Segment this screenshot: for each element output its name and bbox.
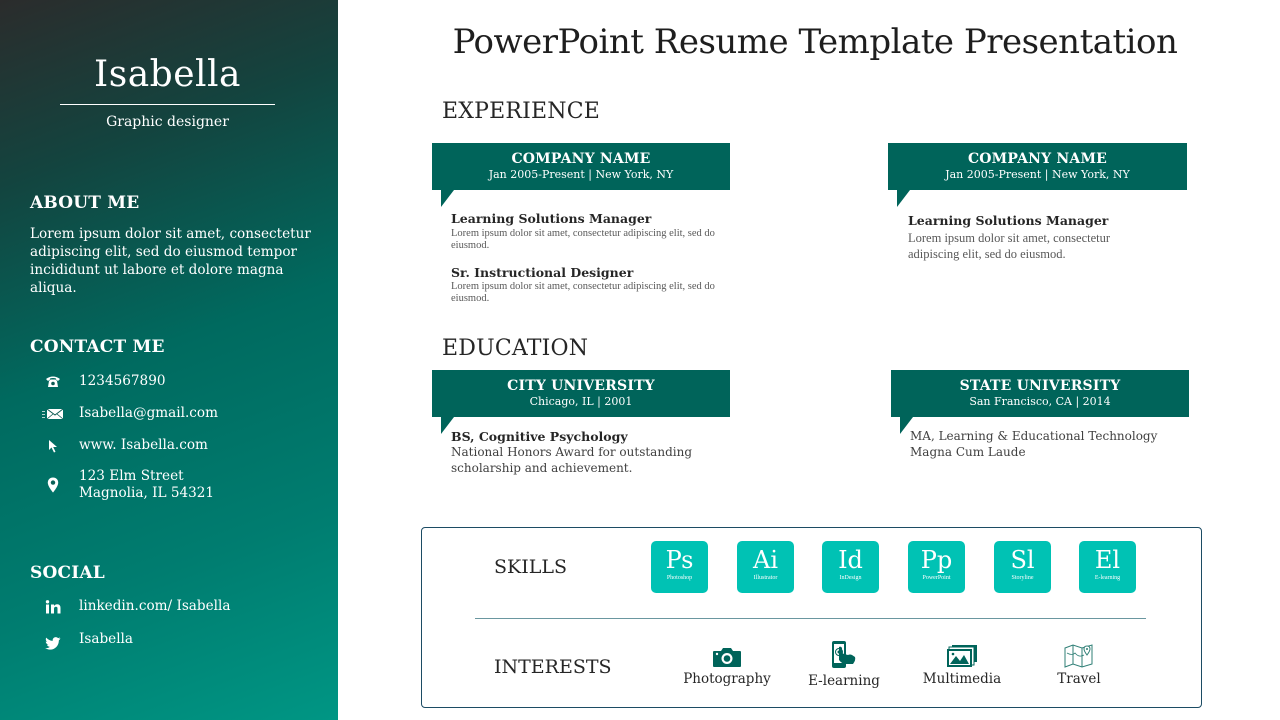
honors-line: Magna Cum Laude <box>910 444 1026 459</box>
education-heading: EDUCATION <box>442 336 589 361</box>
degree-description: MA, Learning & Educational Technology Ma… <box>910 429 1190 460</box>
skill-tile-storyline: Sl Storyline <box>994 541 1051 593</box>
role-description: Lorem ipsum dolor sit amet, consectetur … <box>908 231 1111 261</box>
about-heading: ABOUT ME <box>30 193 140 213</box>
linkedin-icon <box>40 598 66 615</box>
callout-tail <box>897 190 910 207</box>
contact-address: 123 Elm Street Magnolia, IL 54321 <box>40 468 214 502</box>
contact-heading: CONTACT ME <box>30 337 165 357</box>
contact-website[interactable]: www. Isabella.com <box>40 437 208 454</box>
company-name: COMPANY NAME <box>511 151 651 167</box>
school-name: CITY UNIVERSITY <box>507 378 655 394</box>
skill-abbr: Sl <box>1010 546 1035 574</box>
company-meta: Jan 2005-Present | New York, NY <box>488 168 674 181</box>
role-title: Learning Solutions Manager <box>451 211 652 226</box>
callout-tail <box>441 190 454 207</box>
education-card-header: STATE UNIVERSITY San Francisco, CA | 201… <box>891 370 1189 434</box>
phone-icon <box>40 373 66 390</box>
experience-card-header: COMPANY NAME Jan 2005-Present | New York… <box>432 143 730 207</box>
skill-label: Photoshop <box>666 575 693 581</box>
school-meta: Chicago, IL | 2001 <box>529 395 633 408</box>
contact-email[interactable]: Isabella@gmail.com <box>40 405 218 422</box>
name-divider <box>60 104 275 105</box>
role-description: Lorem ipsum dolor sit amet, consectetur … <box>451 281 715 304</box>
social-heading: SOCIAL <box>30 563 105 583</box>
interest-label: Multimedia <box>922 671 1002 687</box>
company-meta: Jan 2005-Present | New York, NY <box>945 168 1130 181</box>
image-stack-icon <box>907 638 1017 668</box>
interest-multimedia: Multimedia <box>907 638 1017 687</box>
interest-label: E-learning <box>808 673 880 689</box>
contact-phone: 1234567890 <box>40 373 166 390</box>
role-description: Lorem ipsum dolor sit amet, consectetur … <box>451 228 715 251</box>
email-icon <box>40 405 66 422</box>
camera-icon <box>672 638 782 668</box>
skills-heading: SKILLS <box>494 556 567 578</box>
skill-label: Illustrator <box>753 575 778 581</box>
sidebar: Isabella Graphic designer ABOUT ME Lorem… <box>0 0 338 720</box>
skill-abbr: El <box>1094 546 1121 574</box>
contact-website-text[interactable]: www. Isabella.com <box>79 437 208 454</box>
skill-abbr: Id <box>838 546 863 574</box>
role-title: Learning Solutions Manager <box>908 213 1109 228</box>
skill-label: E-learning <box>1094 575 1121 581</box>
contact-phone-text: 1234567890 <box>79 373 166 389</box>
about-text: Lorem ipsum dolor sit amet, consectetur … <box>30 226 311 296</box>
interests-heading: INTERESTS <box>494 656 612 678</box>
skill-tile-photoshop: Ps Photoshop <box>651 541 708 593</box>
interest-photography: Photography <box>672 638 782 687</box>
skill-tile-elearning: El E-learning <box>1079 541 1136 593</box>
cursor-icon <box>40 437 66 454</box>
skill-tile-indesign: Id InDesign <box>822 541 879 593</box>
skill-abbr: Pp <box>920 546 953 574</box>
role-title: Sr. Instructional Designer <box>451 265 634 280</box>
map-icon <box>1024 638 1134 668</box>
skill-abbr: Ps <box>665 546 694 574</box>
skill-label: InDesign <box>839 575 862 581</box>
mobile-touch-icon <box>789 640 899 670</box>
experience-card-header: COMPANY NAME Jan 2005-Present | New York… <box>888 143 1187 207</box>
degree-line: MA, Learning & Educational Technology <box>910 429 1158 443</box>
address-line1: 123 Elm Street <box>79 468 184 484</box>
profile-role: Graphic designer <box>106 114 229 130</box>
interest-travel: Travel <box>1024 638 1134 687</box>
location-pin-icon <box>40 468 66 502</box>
degree-description: National Honors Award for outstanding sc… <box>451 445 692 475</box>
interest-elearning: E-learning <box>789 640 899 689</box>
skill-label: Storyline <box>1011 575 1034 581</box>
social-linkedin[interactable]: linkedin.com/ Isabella <box>40 598 230 615</box>
school-name: STATE UNIVERSITY <box>959 378 1121 394</box>
education-card-header: CITY UNIVERSITY Chicago, IL | 2001 <box>432 370 730 434</box>
skill-tile-powerpoint: Pp PowerPoint <box>908 541 965 593</box>
social-twitter[interactable]: Isabella <box>40 631 133 652</box>
skill-abbr: Ai <box>752 546 778 574</box>
school-meta: San Francisco, CA | 2014 <box>969 395 1111 408</box>
linkedin-text[interactable]: linkedin.com/ Isabella <box>79 598 230 615</box>
company-name: COMPANY NAME <box>967 151 1108 167</box>
skill-tile-illustrator: Ai Illustrator <box>737 541 794 593</box>
skill-label: PowerPoint <box>922 575 951 581</box>
twitter-text[interactable]: Isabella <box>79 631 133 648</box>
experience-heading: EXPERIENCE <box>442 99 601 124</box>
twitter-icon <box>40 635 66 652</box>
address-line2: Magnolia, IL 54321 <box>79 485 215 501</box>
interest-label: Travel <box>1057 671 1101 687</box>
degree-title: BS, Cognitive Psychology <box>451 429 628 444</box>
contact-email-text[interactable]: Isabella@gmail.com <box>79 405 218 422</box>
skills-divider <box>475 618 1146 619</box>
page-title: PowerPoint Resume Template Presentation <box>452 22 1178 62</box>
profile-name: Isabella <box>94 54 241 95</box>
contact-address-text: 123 Elm Street Magnolia, IL 54321 <box>79 468 214 502</box>
interest-label: Photography <box>683 671 771 687</box>
